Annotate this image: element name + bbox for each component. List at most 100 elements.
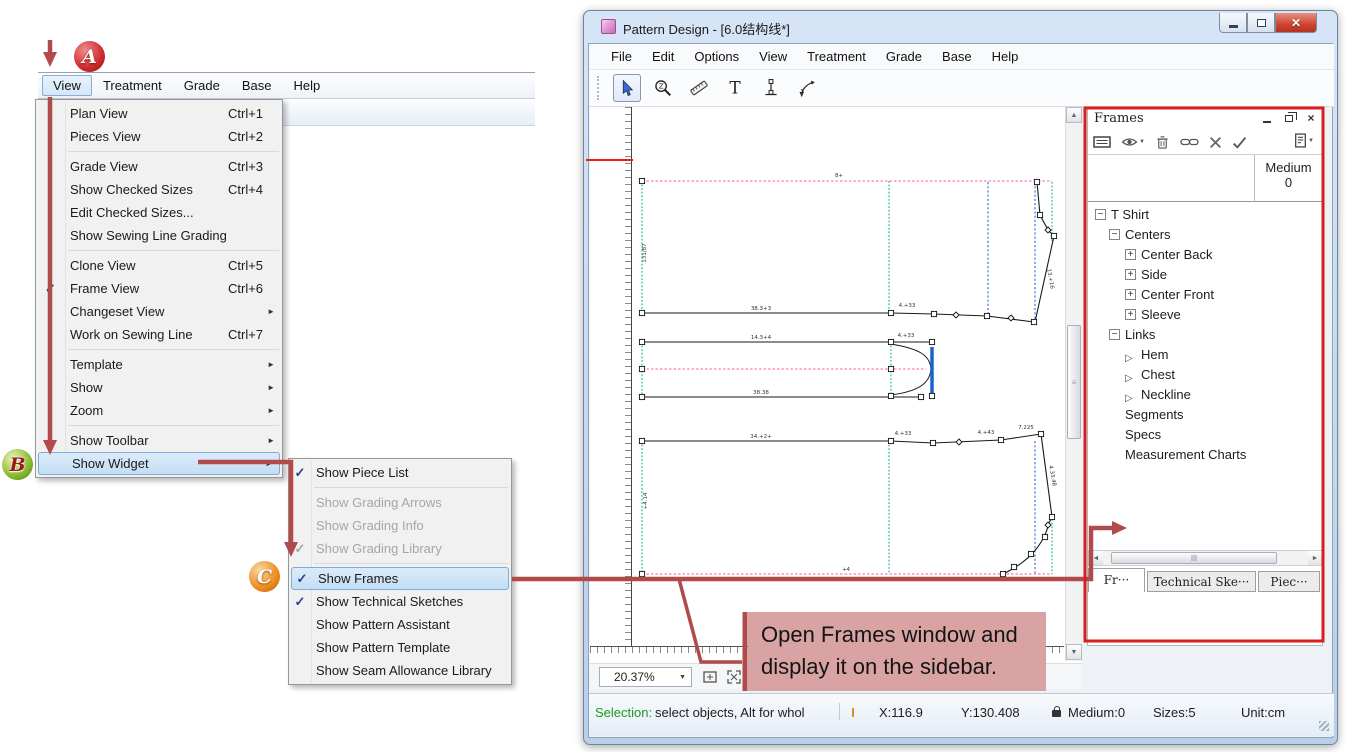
frames-tree-item[interactable]: Segments — [1088, 404, 1321, 424]
frames-tree-item[interactable]: T Shirt — [1088, 204, 1321, 224]
tree-expander-icon[interactable] — [1125, 349, 1136, 360]
view-menu-item[interactable]: ✓ Show Sewing Line Grading ► — [36, 224, 282, 247]
title-bar[interactable]: Pattern Design - [6.0结构线*] ✕ — [584, 11, 1337, 43]
frames-tree-item[interactable]: Measurement Charts — [1088, 444, 1321, 464]
submenu-item[interactable]: ✓ Show Technical Sketches ► — [289, 590, 511, 613]
frames-tree-item[interactable]: Neckline — [1088, 384, 1321, 404]
submenu-item[interactable]: ✓ Show Grading Library ► — [289, 537, 511, 560]
submenu-item[interactable]: ✓ Show Grading Arrows ► — [289, 491, 511, 514]
link-button[interactable] — [1180, 136, 1199, 148]
submenu-item[interactable]: ✓ Show Pattern Template ► — [289, 636, 511, 659]
tree-expander-icon[interactable] — [1125, 369, 1136, 380]
frames-tree-item[interactable]: Chest — [1088, 364, 1321, 384]
app-menu-item[interactable]: Grade — [876, 47, 932, 66]
sidebar-tab[interactable]: Piec··· — [1258, 571, 1320, 592]
submenu-item[interactable]: ✓ Show Piece List ► — [289, 461, 511, 484]
resize-grip[interactable] — [1319, 721, 1329, 731]
submenu-item[interactable]: ✓ Show Seam Allowance Library ► — [289, 659, 511, 682]
canvas-vertical-scrollbar[interactable]: ▲ ≡ ▼ — [1065, 107, 1082, 661]
scroll-right-button[interactable]: ► — [1308, 551, 1322, 565]
zoom-level-select[interactable]: 20.37% ▼ — [599, 667, 692, 687]
app-menu-item[interactable]: Base — [932, 47, 982, 66]
select-tool-button[interactable] — [613, 74, 641, 102]
delete-x-button[interactable] — [1209, 136, 1222, 149]
panel-minimize-button[interactable] — [1260, 112, 1274, 125]
scroll-left-button[interactable]: ◄ — [1089, 551, 1103, 565]
frames-tree-item[interactable]: Center Back — [1088, 244, 1321, 264]
view-menu-item[interactable]: ✓ Show Toolbar ► — [36, 429, 282, 452]
app-menu-item[interactable]: View — [749, 47, 797, 66]
frames-tree-item[interactable]: Centers — [1088, 224, 1321, 244]
menubar-item[interactable]: Grade — [173, 75, 231, 96]
app-menu-item[interactable]: File — [601, 47, 642, 66]
minimize-button[interactable] — [1219, 13, 1247, 33]
zoom-tool-button[interactable]: Z — [649, 74, 677, 102]
panel-float-button[interactable] — [1282, 112, 1296, 125]
scroll-down-button[interactable]: ▼ — [1066, 644, 1082, 660]
menubar-item[interactable]: Base — [231, 75, 283, 96]
frames-tree-item[interactable]: Side — [1088, 264, 1321, 284]
tree-expander-icon[interactable] — [1095, 209, 1106, 220]
app-menu-item[interactable]: Help — [982, 47, 1029, 66]
design-canvas[interactable]: 38.3+3 4.+33 8+ 131/87 13.+16 14.3+4 38.… — [590, 107, 1081, 663]
apply-check-button[interactable] — [1232, 136, 1247, 149]
frames-tree-item[interactable]: Center Front — [1088, 284, 1321, 304]
toolbar-drag-handle[interactable] — [597, 76, 601, 100]
pin-tool-button[interactable] — [757, 74, 785, 102]
tree-expander-icon[interactable] — [1125, 289, 1136, 300]
fit-page-button[interactable] — [702, 669, 718, 690]
view-menu-item[interactable]: ✓ Grade View Ctrl+3 ► — [36, 155, 282, 178]
menubar-item[interactable]: Help — [283, 75, 332, 96]
view-menu-item[interactable]: ✓ Changeset View ► — [36, 300, 282, 323]
view-menu-item[interactable]: ✓ Show Checked Sizes Ctrl+4 ► — [36, 178, 282, 201]
frames-tree-item[interactable]: Sleeve — [1088, 304, 1321, 324]
frames-tree-item[interactable]: Specs — [1088, 424, 1321, 444]
tree-expander-icon[interactable] — [1125, 269, 1136, 280]
close-button[interactable]: ✕ — [1275, 13, 1317, 33]
panel-horizontal-scrollbar[interactable]: ◄ ⦀⦀ ► — [1088, 550, 1323, 566]
scroll-thumb[interactable]: ⦀⦀ — [1111, 552, 1277, 564]
frames-tree-item[interactable]: Links — [1088, 324, 1321, 344]
panel-close-button[interactable]: × — [1304, 112, 1318, 125]
view-menu-item[interactable]: ✓ Frame View Ctrl+6 ► — [36, 277, 282, 300]
view-menu-item[interactable]: ✓ Zoom ► — [36, 399, 282, 422]
submenu-item[interactable]: ✓ Show Frames ► — [291, 567, 509, 590]
frames-tree-item[interactable]: Hem — [1088, 344, 1321, 364]
measure-tool-button[interactable] — [685, 74, 713, 102]
sidebar-tab[interactable]: Fr··· — [1088, 568, 1145, 592]
view-menu-item[interactable]: ✓ Template ► — [36, 353, 282, 376]
scroll-thumb[interactable]: ≡ — [1067, 325, 1081, 439]
menubar-item[interactable]: Treatment — [92, 75, 173, 96]
text-tool-button[interactable]: T — [721, 74, 749, 102]
sidebar-tab[interactable]: Technical Ske··· — [1147, 571, 1256, 592]
app-menu-item[interactable]: Options — [684, 47, 749, 66]
view-menu-item[interactable]: ✓ Show Widget ► — [38, 452, 280, 475]
visibility-eye-button[interactable]: ▼ — [1121, 135, 1145, 149]
view-menu-item[interactable]: ✓ Show ► — [36, 376, 282, 399]
report-button[interactable]: ▼ — [1294, 133, 1314, 148]
submenu-item[interactable]: ✓ Show Pattern Assistant ► — [289, 613, 511, 636]
tree-expander-icon[interactable] — [1109, 329, 1120, 340]
view-menu-item[interactable]: ✓ Clone View Ctrl+5 ► — [36, 254, 282, 277]
submenu-item[interactable]: ✓ Show Grading Info ► — [289, 514, 511, 537]
view-menu-item[interactable]: ✓ Pieces View Ctrl+2 ► — [36, 125, 282, 148]
delete-trash-button[interactable] — [1155, 134, 1170, 150]
tree-expander-icon[interactable] — [1125, 249, 1136, 260]
menubar-item[interactable]: View — [42, 75, 92, 96]
app-menu-item[interactable]: Edit — [642, 47, 684, 66]
maximize-button[interactable] — [1247, 13, 1275, 33]
tree-expander-icon[interactable] — [1125, 309, 1136, 320]
scroll-up-button[interactable]: ▲ — [1066, 107, 1082, 123]
tree-expander-icon[interactable] — [1125, 389, 1136, 400]
view-menu-item[interactable]: ✓ Plan View Ctrl+1 ► — [36, 102, 282, 125]
size-column-header[interactable]: Medium 0 — [1255, 155, 1322, 201]
view-menu-item[interactable]: ✓ Edit Checked Sizes... ► — [36, 201, 282, 224]
menu-item-label: Show Sewing Line Grading — [65, 228, 227, 243]
tree-item-label: Measurement Charts — [1125, 447, 1246, 462]
view-menu-item[interactable]: ✓ Work on Sewing Line Ctrl+7 ► — [36, 323, 282, 346]
fit-selection-button[interactable] — [726, 669, 742, 690]
curve-tool-button[interactable] — [793, 74, 821, 102]
app-menu-item[interactable]: Treatment — [797, 47, 876, 66]
tree-expander-icon[interactable] — [1109, 229, 1120, 240]
list-button[interactable] — [1093, 134, 1111, 150]
